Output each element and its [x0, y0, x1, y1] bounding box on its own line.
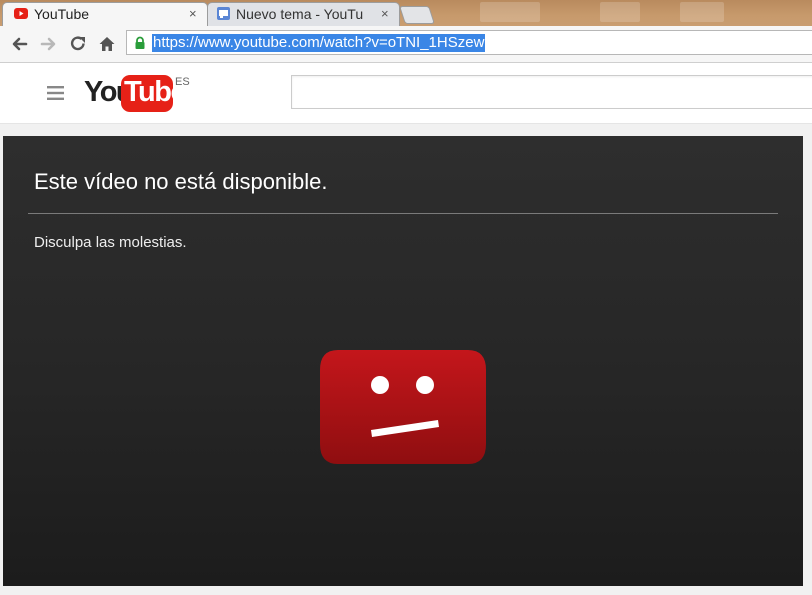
address-bar[interactable]: https://www.youtube.com/watch?v=oTNI_1HS…: [126, 30, 812, 55]
forward-icon[interactable]: [38, 34, 58, 54]
window-titlebar-decoration: [680, 2, 724, 22]
tab-title: Nuevo tema - YouTu: [236, 6, 364, 22]
window-titlebar-decoration: [480, 2, 540, 22]
menu-icon[interactable]: [47, 86, 64, 100]
page-edge: [803, 136, 812, 586]
lock-icon: [135, 36, 145, 49]
search-input[interactable]: [291, 75, 812, 109]
error-subtitle: Disculpa las molestias.: [34, 234, 187, 251]
back-icon[interactable]: [10, 34, 30, 54]
error-divider: [28, 213, 778, 214]
youtube-masthead: You Tube ES: [0, 63, 812, 124]
reload-icon[interactable]: [68, 34, 88, 54]
tab-youtube[interactable]: YouTube ×: [2, 2, 208, 26]
close-tab-icon[interactable]: ×: [381, 7, 389, 21]
tab-nuevo-tema[interactable]: Nuevo tema - YouTu ×: [207, 2, 400, 26]
page-favicon-icon: [217, 7, 230, 20]
video-player: Este vídeo no está disponible. Disculpa …: [3, 136, 803, 586]
close-tab-icon[interactable]: ×: [189, 7, 197, 21]
youtube-favicon-icon: [14, 8, 28, 19]
tab-title: YouTube: [34, 6, 90, 22]
browser-toolbar: https://www.youtube.com/watch?v=oTNI_1HS…: [0, 26, 812, 63]
window-titlebar-decoration: [600, 2, 640, 22]
error-title: Este vídeo no está disponible.: [34, 169, 328, 194]
new-tab-button[interactable]: [399, 6, 435, 24]
region-code: ES: [175, 76, 190, 88]
sad-face-icon: [320, 350, 486, 464]
tab-strip: YouTube × Nuevo tema - YouTu ×: [0, 0, 812, 26]
youtube-logo-tube[interactable]: Tube: [121, 75, 187, 112]
url-text[interactable]: https://www.youtube.com/watch?v=oTNI_1HS…: [152, 34, 486, 52]
home-icon[interactable]: [97, 34, 117, 54]
